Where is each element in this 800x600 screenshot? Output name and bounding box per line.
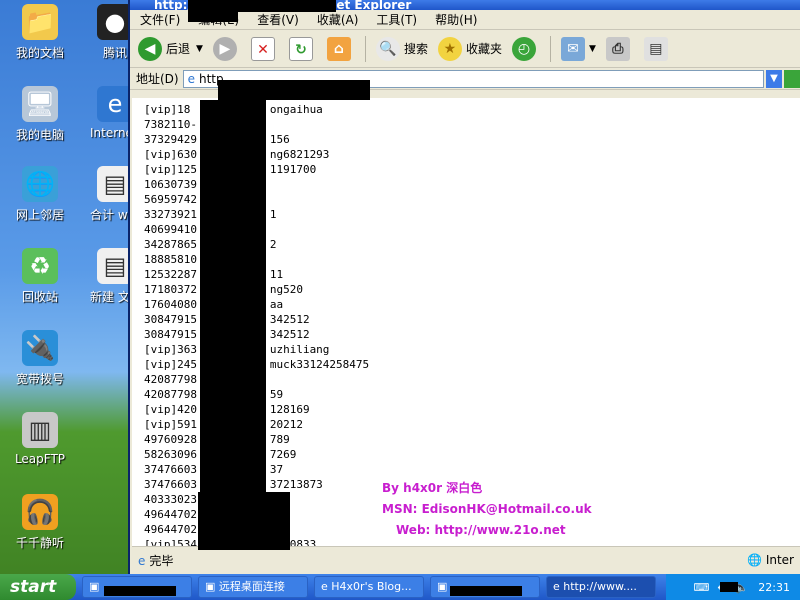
overlay-line-3: Web: http://www.21o.net [396,523,566,537]
desktop-icon-label: 千千静听 [15,536,64,550]
desktop-icon-label: 我的文档 [15,46,64,60]
mail-button[interactable]: ✉ ▼ [560,36,596,61]
refresh-icon: ↻ [288,36,313,61]
menu-tools[interactable]: 工具(T) [376,11,417,28]
home-icon: ⌂ [326,36,351,61]
home-button[interactable]: ⌂ [326,36,355,61]
ie-icon: e [321,580,332,593]
overlay-line-1: By h4x0r 深白色 [382,481,483,495]
menu-help[interactable]: 帮助(H) [435,11,477,28]
page-icon: e [187,71,195,86]
redaction-tray [720,582,738,592]
redaction-taskbar-2 [450,586,522,596]
status-zone: 🌐 Inter [747,553,794,567]
go-button[interactable] [784,69,800,88]
remote-desktop-icon: ▣ [205,580,219,593]
status-text: 完毕 [149,554,174,568]
favorites-label: 收藏夹 [465,42,502,56]
edit-button[interactable]: ▤ [643,36,672,61]
back-button[interactable]: ◀ 后退 ▼ [138,36,203,61]
redaction-address [218,80,370,100]
edit-icon: ▤ [643,36,668,61]
back-arrow-icon: ◀ [138,36,162,61]
menu-view[interactable]: 查看(V) [257,11,299,28]
chevron-down-icon[interactable]: ▼ [589,44,596,54]
server-icon: ▥ [22,412,58,448]
menu-favorites[interactable]: 收藏(A) [317,11,359,28]
redaction-menu [188,12,238,22]
forward-button[interactable]: ▶ [212,36,241,61]
taskbar-item-blog[interactable]: e H4x0r's Blog... [314,576,424,598]
clock: 22:31 [758,580,790,594]
desktop-icon-label: 宽带拨号 [15,372,64,386]
window-icon: ▣ [437,580,448,593]
forward-arrow-icon: ▶ [212,36,237,61]
toolbar: ◀ 后退 ▼ ▶ ✕ ↻ ⌂ 🔍 搜索 ★ 收藏夹 ◴ ✉ ▼ ⎙ ▤ [130,30,800,68]
keyboard-icon[interactable]: ⌨ [693,581,709,594]
redaction-taskbar-1 [104,586,176,596]
recycle-bin-icon: ♻ [22,248,58,284]
desktop-icon-my-computer[interactable]: 🖥 我的电脑 [0,86,80,143]
watermark-overlay: By h4x0r 深白色 MSN: EdisonHK@Hotmail.co.uk… [382,478,592,541]
desktop-icon-label: LeapFTP [14,452,66,466]
page-icon: e [138,553,146,568]
headphones-icon: 🎧 [22,494,58,530]
desktop-icon-label: 网上邻居 [15,208,64,222]
start-button[interactable]: start [0,574,76,600]
stop-icon: ✕ [250,36,275,61]
computer-icon: 🖥 [22,86,58,122]
status-bar: e 完毕 🌐 Inter [132,546,800,574]
desktop-icon-broadband[interactable]: 🔌 宽带拨号 [0,330,80,387]
window-icon: ▣ [89,580,100,593]
search-button[interactable]: 🔍 搜索 [375,36,428,61]
search-icon: 🔍 [375,36,400,61]
desktop-icon-label: 腾讯 [102,46,127,60]
desktop-icon-my-documents[interactable]: 📁 我的文档 [0,4,80,61]
history-icon: ◴ [511,36,536,61]
overlay-line-2: MSN: EdisonHK@Hotmail.co.uk [382,502,592,516]
desktop-icon-leapftp[interactable]: ▥ LeapFTP [0,412,80,466]
stop-button[interactable]: ✕ [250,36,279,61]
desktop-icon-label: 回收站 [21,290,58,304]
print-button[interactable]: ⎙ [605,36,634,61]
chevron-down-icon[interactable]: ▼ [196,44,203,54]
desktop-icon-recycle-bin[interactable]: ♻ 回收站 [0,248,80,305]
history-button[interactable]: ◴ [511,36,540,61]
back-label: 后退 [166,42,191,56]
toolbar-separator [549,35,551,62]
refresh-button[interactable]: ↻ [288,36,317,61]
desktop-icon-ttplayer[interactable]: 🎧 千千静听 [0,494,80,551]
menu-file[interactable]: 文件(F) [140,11,180,28]
redaction-content-column [200,100,266,546]
address-dropdown-button[interactable]: ▼ [766,69,782,88]
toolbar-separator [364,35,366,62]
favorites-button[interactable]: ★ 收藏夹 [437,36,502,61]
ie-icon: e [553,580,564,593]
printer-icon: ⎙ [605,36,630,61]
desktop-icon-network[interactable]: 🌐 网上邻居 [0,166,80,223]
star-icon: ★ [437,36,462,61]
search-label: 搜索 [403,42,428,56]
address-label: 地址(D) [136,72,179,86]
folder-icon: 📁 [22,4,58,40]
globe-icon: 🌐 [747,553,762,567]
taskbar-item-http[interactable]: e http://www.... [546,576,656,598]
broadband-icon: 🔌 [22,330,58,366]
redaction-content-bottom [198,492,290,550]
desktop-icon-label: 我的电脑 [15,128,64,142]
taskbar-item-remote-desktop[interactable]: ▣ 远程桌面连接 [198,576,308,598]
mail-icon: ✉ [560,36,585,61]
network-icon: 🌐 [22,166,58,202]
redaction-title [188,0,336,12]
